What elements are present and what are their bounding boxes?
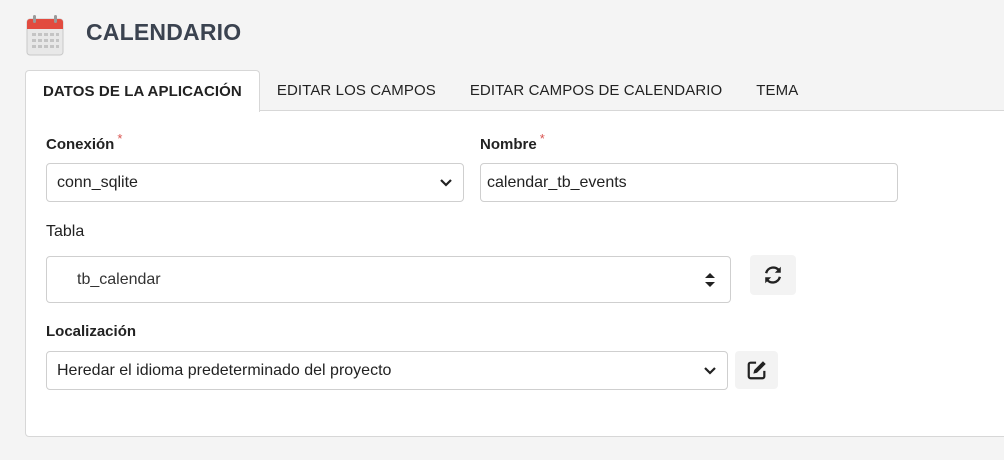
- calendar-icon: [26, 14, 64, 56]
- tab-bar: DATOS DE LA APLICACIÓN EDITAR LOS CAMPOS…: [25, 70, 1004, 112]
- tab-datos-aplicacion[interactable]: DATOS DE LA APLICACIÓN: [25, 70, 260, 112]
- localization-select[interactable]: Heredar el idioma predeterminado del pro…: [46, 351, 728, 390]
- localization-label: Localización: [46, 323, 137, 340]
- refresh-table-button[interactable]: [750, 255, 796, 295]
- name-label: Nombre *: [480, 131, 545, 153]
- connection-select[interactable]: conn_sqlite: [46, 163, 464, 202]
- form-panel: Conexión * conn_sqlite Nombre * calendar_t…: [25, 110, 1004, 437]
- edit-icon: [747, 361, 766, 380]
- tab-editar-campos[interactable]: EDITAR LOS CAMPOS: [260, 70, 453, 111]
- tab-tema[interactable]: TEMA: [739, 70, 815, 111]
- connection-label: Conexión *: [46, 131, 123, 153]
- edit-localization-button[interactable]: [735, 351, 778, 389]
- sort-arrows-icon: [705, 272, 715, 287]
- name-value: calendar_tb_events: [487, 173, 627, 191]
- tab-editar-campos-calendario[interactable]: EDITAR CAMPOS DE CALENDARIO: [453, 70, 739, 111]
- table-select[interactable]: tb_calendar: [46, 256, 731, 303]
- localization-value: Heredar el idioma predeterminado del pro…: [57, 361, 392, 379]
- page-header: [26, 14, 64, 56]
- chevron-down-icon: [440, 178, 452, 187]
- refresh-icon: [764, 266, 782, 284]
- page-title: CALENDARIO: [86, 19, 242, 45]
- table-label: Tabla: [46, 223, 85, 240]
- table-value: tb_calendar: [77, 270, 161, 288]
- connection-value: conn_sqlite: [57, 173, 138, 191]
- name-input[interactable]: calendar_tb_events: [480, 163, 898, 202]
- chevron-down-icon: [704, 366, 716, 375]
